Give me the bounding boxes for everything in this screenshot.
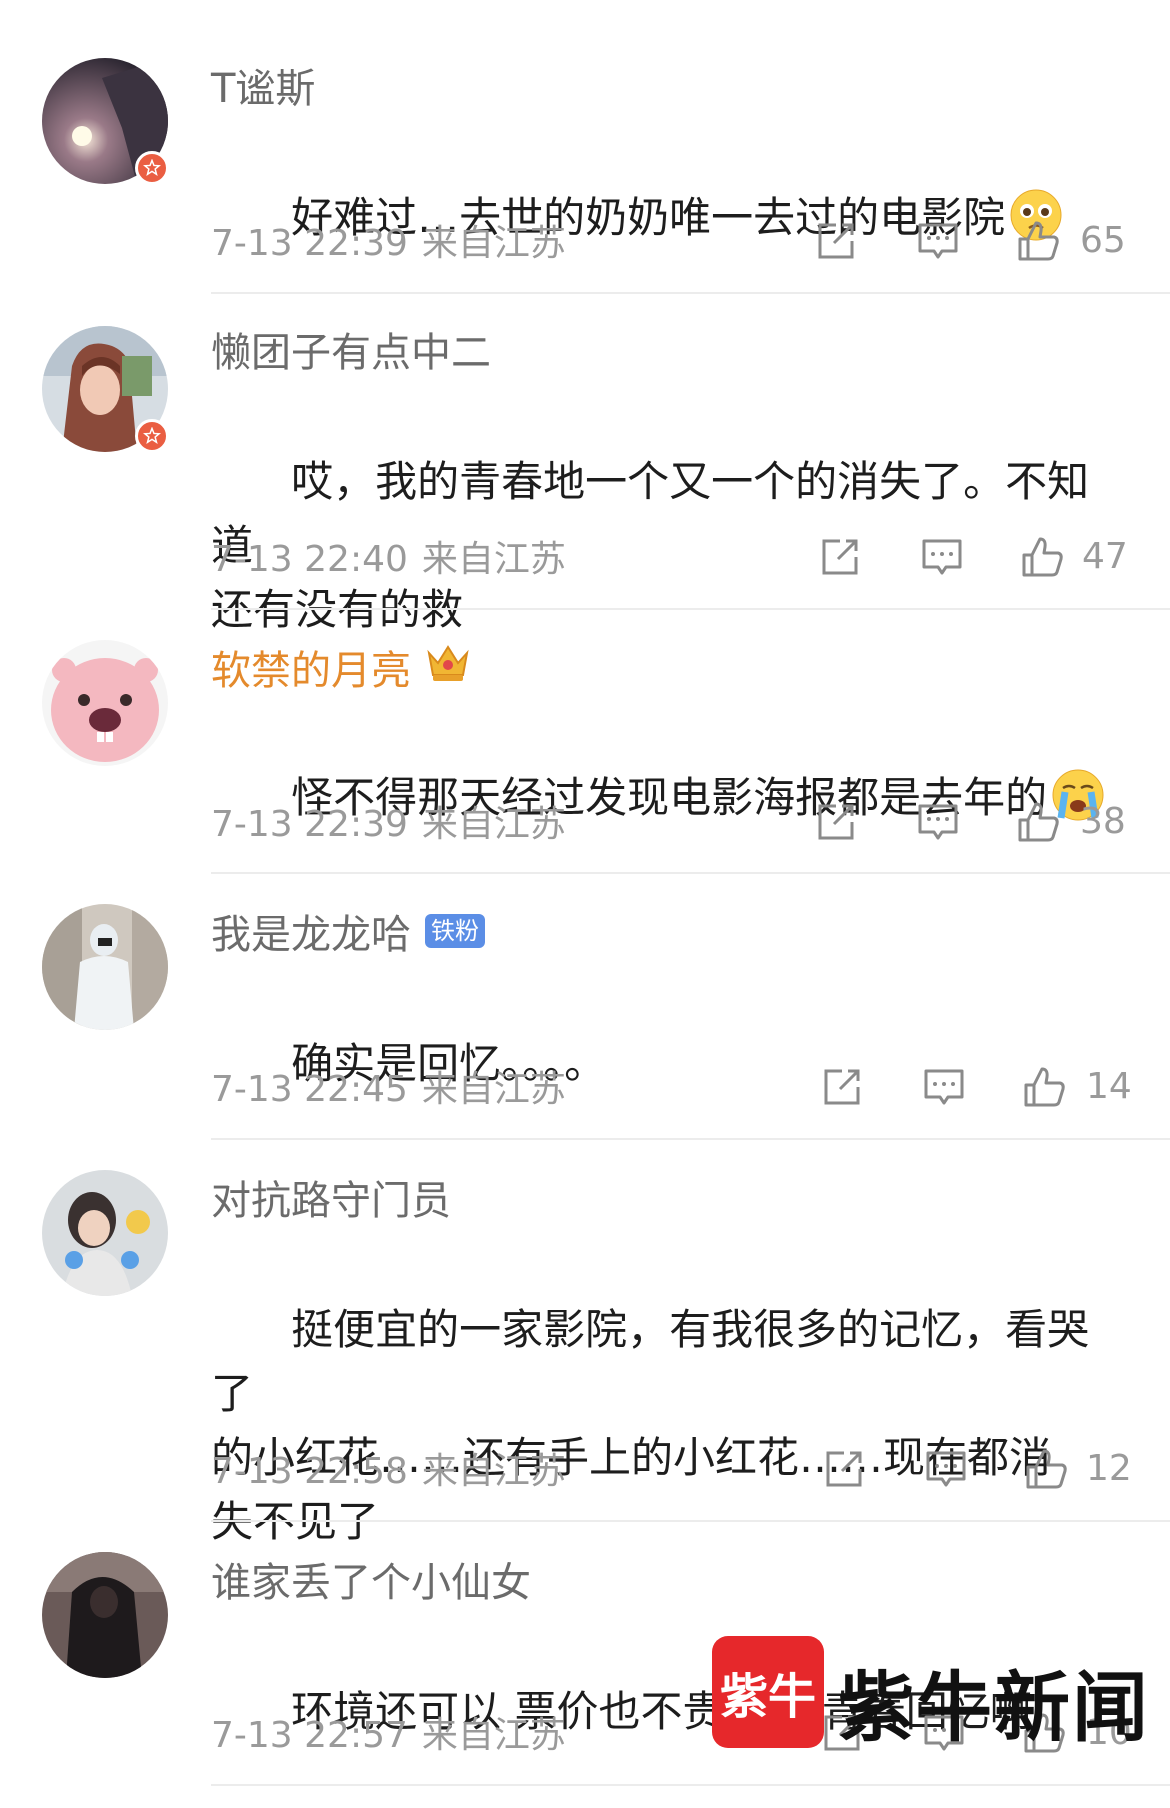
avatar[interactable] <box>42 326 169 453</box>
username[interactable]: 谁家丢了个小仙女 <box>211 1552 531 1606</box>
reply-icon[interactable] <box>924 1447 968 1491</box>
like-icon[interactable] <box>1020 535 1064 579</box>
verified-badge-icon <box>135 419 169 453</box>
reply-icon[interactable] <box>916 219 960 263</box>
like-count: 65 <box>1080 220 1126 261</box>
share-icon[interactable] <box>818 535 862 579</box>
like-icon[interactable] <box>1024 1447 1068 1491</box>
username[interactable]: T谧斯 <box>211 58 315 112</box>
divider <box>211 292 1170 294</box>
like-count: 38 <box>1080 801 1126 842</box>
avatar[interactable] <box>42 904 168 1030</box>
share-icon[interactable] <box>814 219 858 263</box>
like-count: 12 <box>1086 1448 1132 1489</box>
avatar[interactable] <box>42 1170 168 1296</box>
comment-actions: 47 <box>0 535 1170 585</box>
comment-actions: 14 <box>0 1065 1170 1115</box>
divider <box>211 1784 1170 1786</box>
like-count: 47 <box>1082 536 1128 577</box>
verified-badge-icon <box>135 151 169 185</box>
share-icon[interactable] <box>820 1065 864 1109</box>
watermark: 紫牛 紫牛新闻 <box>712 1636 1148 1754</box>
avatar[interactable] <box>42 1552 168 1678</box>
username[interactable]: 对抗路守门员 <box>211 1170 451 1224</box>
reply-icon[interactable] <box>916 800 960 844</box>
comment-actions: 12 <box>0 1447 1170 1497</box>
like-icon[interactable] <box>1022 1065 1066 1109</box>
username[interactable]: 我是龙龙哈 铁粉 <box>211 904 485 958</box>
reply-icon[interactable] <box>920 535 964 579</box>
crown-icon <box>425 641 471 693</box>
share-icon[interactable] <box>814 800 858 844</box>
avatar[interactable] <box>42 58 169 185</box>
watermark-logo: 紫牛 <box>712 1636 824 1748</box>
watermark-text: 紫牛新闻 <box>838 1663 1150 1752</box>
divider <box>211 608 1170 610</box>
comment-text: 确实是回忆。。。。 <box>291 1039 607 1088</box>
like-icon[interactable] <box>1016 219 1060 263</box>
avatar[interactable] <box>42 640 168 766</box>
share-icon[interactable] <box>822 1447 866 1491</box>
comment-item: T谧斯 好难过…去世的奶奶唯一去过的电影院 7-13 22:39 来自江苏 65 <box>0 0 1170 296</box>
comment-actions: 38 <box>0 800 1170 850</box>
username[interactable]: 懒团子有点中二 <box>211 322 491 376</box>
comment-actions: 65 <box>0 219 1170 269</box>
reply-icon[interactable] <box>922 1065 966 1109</box>
divider <box>211 1520 1170 1522</box>
divider <box>211 872 1170 874</box>
username[interactable]: 软禁的月亮 <box>211 640 471 694</box>
divider <box>211 1138 1170 1140</box>
fan-badge: 铁粉 <box>425 914 485 948</box>
like-icon[interactable] <box>1016 800 1060 844</box>
like-count: 14 <box>1086 1066 1132 1107</box>
